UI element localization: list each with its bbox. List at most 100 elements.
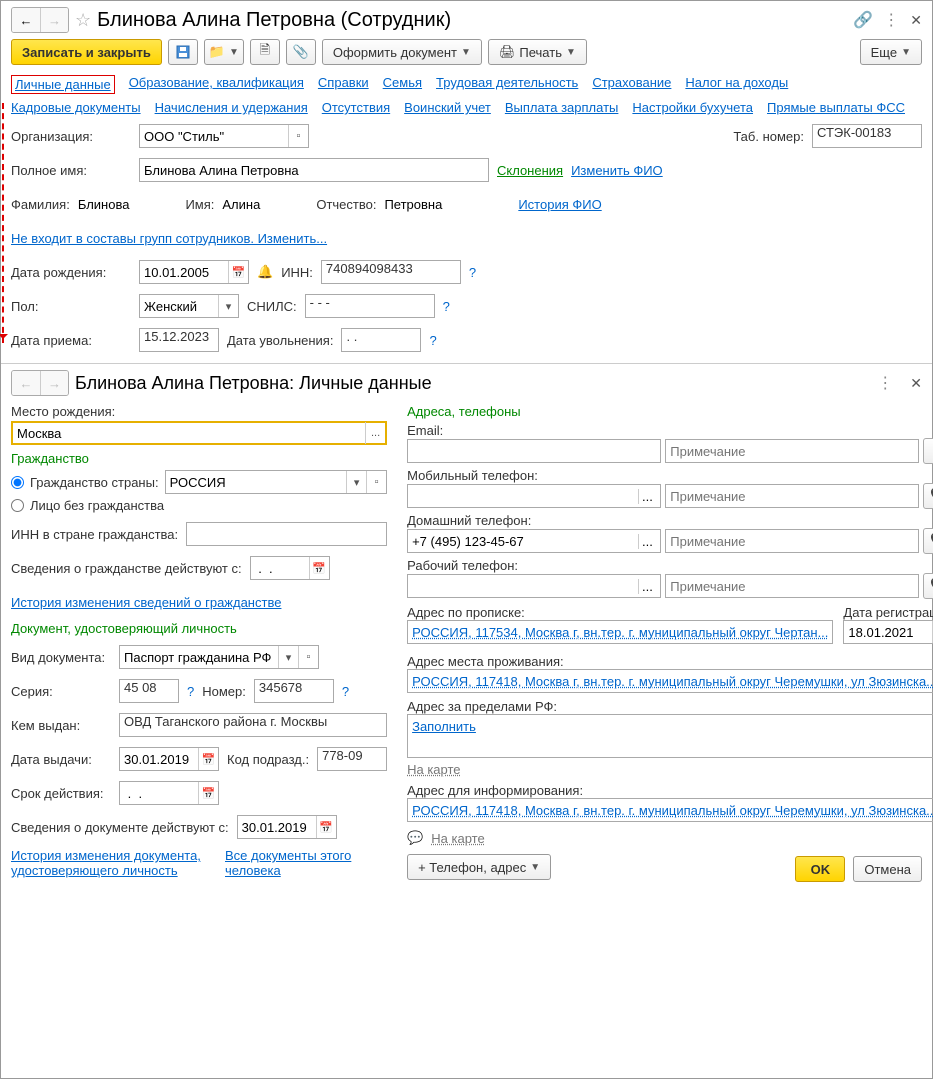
tab-references[interactable]: Справки [318, 75, 369, 94]
declension-link[interactable]: Склонения [497, 163, 563, 178]
print-button[interactable]: 🖨 Печать ▼ [488, 39, 587, 65]
save-button[interactable] [168, 39, 198, 65]
call-button[interactable]: 📞 [923, 483, 933, 509]
inform-addr-input[interactable]: РОССИЯ, 117418, Москва г, вн.тер. г. мун… [407, 798, 933, 822]
fill-link[interactable]: Заполнить [412, 719, 476, 734]
expiry-input[interactable]: 📅 [119, 781, 219, 805]
email-note-input[interactable] [665, 439, 919, 463]
format-doc-button[interactable]: Оформить документ ▼ [322, 39, 482, 65]
ellipsis-icon[interactable]: ... [638, 534, 657, 549]
back-button[interactable]: ← [12, 371, 40, 395]
tab-accounting-settings[interactable]: Настройки бухучета [632, 100, 753, 115]
bell-icon[interactable]: 🔔 [257, 264, 273, 280]
dropdown-icon[interactable]: ▾ [346, 471, 366, 493]
tab-salary-payment[interactable]: Выплата зарплаты [505, 100, 619, 115]
ok-button[interactable]: OK [795, 856, 845, 882]
tabnum-input[interactable]: СТЭК-00183 [812, 124, 922, 148]
email-send-button[interactable]: ✉ [923, 438, 933, 464]
radio-stateless[interactable] [11, 499, 24, 512]
more-button[interactable]: Еще ▼ [860, 39, 922, 65]
tab-family[interactable]: Семья [383, 75, 422, 94]
help-icon[interactable]: ? [443, 299, 450, 314]
dropdown-icon[interactable]: ▾ [278, 646, 298, 668]
inn-input[interactable]: 740894098433 [321, 260, 461, 284]
on-map-link[interactable]: На карте [431, 831, 484, 846]
help-icon[interactable]: ? [342, 684, 349, 699]
birthplace-input[interactable]: ... [11, 421, 387, 445]
on-map-link[interactable]: На карте [407, 762, 460, 777]
open-ref-icon[interactable]: ▫ [366, 471, 386, 493]
tab-insurance[interactable]: Страхование [592, 75, 671, 94]
help-icon[interactable]: ? [429, 333, 436, 348]
mobile-input[interactable]: ... [407, 484, 661, 508]
tab-education[interactable]: Образование, квалификация [129, 75, 304, 94]
tab-absences[interactable]: Отсутствия [322, 100, 390, 115]
call-button[interactable]: 📞 [923, 528, 933, 554]
tab-personal-data[interactable]: Личные данные [11, 75, 115, 94]
history-fio-link[interactable]: История ФИО [518, 197, 601, 212]
home-note-input[interactable] [665, 529, 919, 553]
close-icon[interactable]: ✕ [910, 375, 922, 392]
kebab-menu-icon[interactable]: ⋮ [883, 10, 900, 30]
change-fio-link[interactable]: Изменить ФИО [571, 163, 663, 178]
radio-country[interactable] [11, 476, 24, 489]
tab-income-tax[interactable]: Налог на доходы [685, 75, 788, 94]
close-icon[interactable]: ✕ [910, 12, 922, 29]
dept-code-input[interactable]: 778-09 [317, 747, 387, 771]
reg-date-input[interactable]: 📅 [843, 620, 933, 644]
reg-addr-input[interactable]: РОССИЯ, 117534, Москва г, вн.тер. г. мун… [407, 620, 833, 644]
attach-button[interactable]: 📎 [286, 39, 316, 65]
number-input[interactable]: 345678 [254, 679, 334, 703]
back-button[interactable]: ← [12, 8, 40, 32]
forward-button[interactable]: → [40, 371, 68, 395]
save-close-button[interactable]: Записать и закрыть [11, 39, 162, 65]
birth-input[interactable]: 📅 [139, 260, 249, 284]
all-docs-link[interactable]: Все документы этого человека [225, 848, 387, 878]
document-button[interactable]: 🗎 [250, 39, 280, 65]
series-input[interactable]: 45 08 [119, 679, 179, 703]
org-input[interactable]: ▫ [139, 124, 309, 148]
snils-input[interactable]: - - - [305, 294, 435, 318]
cancel-button[interactable]: Отмена [853, 856, 922, 882]
calendar-icon[interactable]: 📅 [316, 816, 336, 838]
groups-link[interactable]: Не входит в составы групп сотрудников. И… [11, 231, 327, 246]
tab-hr-docs[interactable]: Кадровые документы [11, 100, 141, 115]
calendar-icon[interactable]: 📅 [228, 261, 248, 283]
home-phone-input[interactable]: ... [407, 529, 661, 553]
tab-fss-payments[interactable]: Прямые выплаты ФСС [767, 100, 905, 115]
issued-by-input[interactable]: ОВД Таганского района г. Москвы [119, 713, 387, 737]
call-button[interactable]: 📞 [923, 573, 933, 599]
calendar-icon[interactable]: 📅 [198, 782, 218, 804]
help-icon[interactable]: ? [187, 684, 194, 699]
help-icon[interactable]: ? [469, 265, 476, 280]
citiz-from-input[interactable]: 📅 [250, 556, 330, 580]
ellipsis-icon[interactable]: ... [365, 422, 385, 444]
link-icon[interactable]: 🔗 [853, 10, 873, 30]
email-input[interactable] [407, 439, 661, 463]
ellipsis-icon[interactable]: ... [638, 489, 657, 504]
issued-date-input[interactable]: 📅 [119, 747, 219, 771]
folder-button[interactable]: 📁▼ [204, 39, 244, 65]
country-select[interactable]: ▾ ▫ [165, 470, 388, 494]
kebab-menu-icon[interactable]: ⋮ [877, 373, 894, 393]
tab-accruals[interactable]: Начисления и удержания [155, 100, 308, 115]
open-ref-icon[interactable]: ▫ [288, 125, 308, 147]
citiz-history-link[interactable]: История изменения сведений о гражданстве [11, 595, 281, 610]
doctype-select[interactable]: ▾▫ [119, 645, 319, 669]
mobile-note-input[interactable] [665, 484, 919, 508]
doc-from-input[interactable]: 📅 [237, 815, 337, 839]
star-icon[interactable]: ☆ [75, 10, 91, 31]
foreign-addr-input[interactable]: Заполнить [407, 714, 933, 758]
dropdown-icon[interactable]: ▾ [218, 295, 238, 317]
fullname-input[interactable] [139, 158, 489, 182]
calendar-icon[interactable]: 📅 [198, 748, 218, 770]
gender-select[interactable]: ▾ [139, 294, 239, 318]
calendar-icon[interactable]: 📅 [309, 557, 329, 579]
ellipsis-icon[interactable]: ... [638, 579, 657, 594]
tab-military[interactable]: Воинский учет [404, 100, 491, 115]
tab-employment[interactable]: Трудовая деятельность [436, 75, 578, 94]
work-phone-input[interactable]: ... [407, 574, 661, 598]
live-addr-input[interactable]: РОССИЯ, 117418, Москва г, вн.тер. г. мун… [407, 669, 933, 693]
open-ref-icon[interactable]: ▫ [298, 646, 318, 668]
add-phone-address-button[interactable]: + Телефон, адрес ▼ [407, 854, 551, 880]
